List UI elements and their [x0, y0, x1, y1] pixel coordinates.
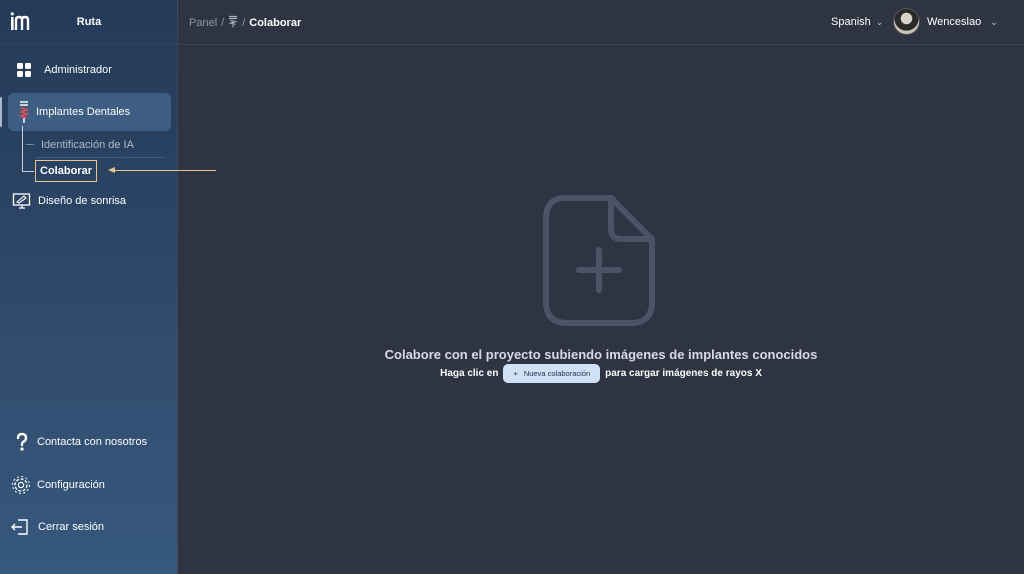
empty-state-subtitle: Haga clic en + Nueva colaboración para c…	[178, 364, 1024, 383]
empty-state-title: Colabore con el proyecto subiendo imágen…	[384, 347, 818, 362]
sidebar-item-contacta[interactable]: Contacta con nosotros	[12, 432, 147, 452]
tree-line	[26, 144, 34, 145]
language-label: Spanish	[831, 16, 871, 28]
user-menu[interactable]: Wenceslao ⌄	[927, 16, 998, 28]
dental-implant-icon	[14, 100, 34, 124]
tree-line	[22, 171, 34, 172]
implant-icon[interactable]	[228, 15, 238, 31]
sidebar-item-implantes-dentales[interactable]: Implantes Dentales	[14, 100, 130, 124]
sidebar-item-administrador[interactable]: Administrador	[14, 60, 112, 80]
sidebar-item-label: Implantes Dentales	[36, 106, 131, 118]
chevron-down-icon: ⌄	[875, 16, 884, 27]
sidebar-item-label: Diseño de sonrisa	[38, 195, 127, 207]
grid-icon	[14, 60, 34, 80]
sidebar-item-label: Cerrar sesión	[38, 521, 105, 533]
tree-line	[22, 126, 23, 172]
gear-icon	[11, 475, 31, 495]
user-name: Wenceslao	[927, 16, 982, 28]
sidebar-subitem-identificacion[interactable]: Identificación de IA	[41, 139, 134, 151]
file-plus-icon	[543, 195, 655, 326]
avatar[interactable]	[893, 8, 920, 35]
sidebar-subitem-colaborar[interactable]: Colaborar	[35, 160, 97, 182]
brand: Ruta	[0, 0, 177, 44]
subtitle-suffix: para cargar imágenes de rayos X	[605, 368, 762, 379]
plus-icon: +	[513, 369, 518, 378]
sidebar-item-label: Contacta con nosotros	[37, 436, 148, 448]
annotation-arrow	[114, 170, 216, 171]
sidebar-item-label: Configuración	[37, 479, 105, 491]
breadcrumb-current: Colaborar	[249, 17, 302, 29]
logout-icon	[10, 517, 30, 537]
breadcrumb-separator: /	[221, 17, 225, 29]
active-indicator	[0, 97, 2, 127]
sidebar-item-cerrar-sesion[interactable]: Cerrar sesión	[10, 517, 104, 537]
sidebar: Ruta Administrador Implantes Dentales Id…	[0, 0, 216, 574]
language-select[interactable]: Spanish ⌄	[831, 16, 883, 28]
button-label: Nueva colaboración	[523, 369, 591, 378]
chevron-down-icon: ⌄	[990, 16, 998, 27]
brand-name: Ruta	[76, 16, 102, 28]
subtitle-prefix: Haga clic en	[440, 368, 499, 379]
new-collaboration-button[interactable]: + Nueva colaboración	[503, 364, 601, 383]
breadcrumb-separator: /	[242, 17, 246, 29]
breadcrumb-root[interactable]: Panel	[189, 17, 217, 29]
sidebar-item-configuracion[interactable]: Configuración	[11, 475, 105, 495]
monitor-pen-icon	[12, 191, 32, 211]
top-header: Panel / / Colaborar Spanish ⌄ Wenceslao …	[178, 0, 1024, 45]
divider	[36, 157, 166, 158]
question-icon	[12, 432, 32, 452]
breadcrumb: Panel / / Colaborar	[189, 15, 301, 31]
sidebar-item-label: Administrador	[44, 64, 112, 76]
sidebar-item-diseno-sonrisa[interactable]: Diseño de sonrisa	[12, 191, 126, 211]
